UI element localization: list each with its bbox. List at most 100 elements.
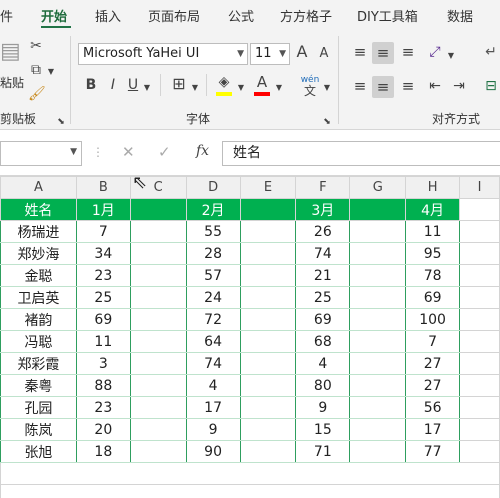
table-cell[interactable] — [129, 440, 187, 463]
table-cell[interactable]: 88 — [75, 374, 131, 397]
table-cell[interactable]: 18 — [75, 440, 131, 463]
header-cell-name[interactable]: 姓名 — [0, 198, 77, 221]
table-cell[interactable]: 3 — [75, 352, 131, 375]
header-cell-empty[interactable] — [129, 198, 187, 221]
empty-cell[interactable] — [459, 286, 500, 309]
table-cell[interactable]: 95 — [405, 242, 461, 265]
table-cell[interactable]: 100 — [405, 308, 461, 331]
table-cell[interactable]: 27 — [405, 374, 461, 397]
table-cell[interactable]: 26 — [295, 220, 351, 243]
table-cell[interactable]: 69 — [75, 308, 131, 331]
name-box[interactable]: ▼ — [0, 141, 82, 166]
table-cell[interactable] — [349, 374, 407, 397]
table-cell[interactable]: 78 — [405, 264, 461, 287]
table-cell[interactable]: 9 — [185, 418, 241, 441]
table-cell[interactable]: 71 — [295, 440, 351, 463]
column-header-d[interactable]: D — [185, 176, 241, 199]
table-cell[interactable]: 27 — [405, 352, 461, 375]
header-cell-empty[interactable] — [239, 198, 297, 221]
table-cell[interactable]: 24 — [185, 286, 241, 309]
table-cell[interactable] — [129, 286, 187, 309]
table-cell[interactable]: 20 — [75, 418, 131, 441]
clipboard-launcher-icon[interactable]: ⬊ — [56, 114, 66, 130]
table-cell[interactable] — [239, 242, 297, 265]
header-cell-empty[interactable] — [349, 198, 407, 221]
align-right-icon[interactable]: ≡ — [398, 78, 418, 94]
table-cell[interactable]: 80 — [295, 374, 351, 397]
table-cell[interactable] — [129, 220, 187, 243]
table-cell[interactable]: 28 — [185, 242, 241, 265]
header-cell-mar[interactable]: 3月 — [295, 198, 351, 221]
table-cell[interactable] — [239, 374, 297, 397]
table-cell[interactable]: 郑妙海 — [0, 242, 77, 265]
table-cell[interactable]: 34 — [75, 242, 131, 265]
tab-insert[interactable]: 插入 — [95, 6, 121, 25]
table-cell[interactable]: 69 — [405, 286, 461, 309]
borders-icon[interactable]: ⊞ — [170, 76, 188, 92]
table-cell[interactable] — [239, 352, 297, 375]
empty-cell[interactable] — [459, 198, 500, 221]
table-cell[interactable] — [349, 286, 407, 309]
column-header-e[interactable]: E — [239, 176, 297, 199]
empty-cell[interactable] — [459, 308, 500, 331]
phonetic-dropdown-icon[interactable]: ▼ — [322, 80, 332, 96]
table-cell[interactable]: 11 — [405, 220, 461, 243]
table-cell[interactable]: 卫启英 — [0, 286, 77, 309]
table-cell[interactable] — [349, 264, 407, 287]
cancel-icon[interactable]: ✕ — [122, 143, 135, 161]
orientation-icon[interactable]: ⤢ — [426, 44, 444, 60]
table-cell[interactable] — [239, 286, 297, 309]
empty-cell[interactable] — [459, 220, 500, 243]
format-painter-icon[interactable]: 🖌 — [28, 86, 46, 102]
font-color-icon[interactable]: A — [254, 74, 270, 90]
table-cell[interactable] — [349, 418, 407, 441]
table-cell[interactable] — [239, 264, 297, 287]
table-cell[interactable]: 金聪 — [0, 264, 77, 287]
empty-cell[interactable] — [459, 440, 500, 463]
grow-font-icon[interactable]: A — [293, 44, 311, 60]
font-name-combo[interactable]: Microsoft YaHei UI ▼ — [78, 43, 248, 65]
table-cell[interactable]: 23 — [75, 264, 131, 287]
copy-dropdown-icon[interactable]: ▼ — [46, 64, 56, 80]
table-cell[interactable] — [129, 396, 187, 419]
table-cell[interactable]: 64 — [185, 330, 241, 353]
table-cell[interactable]: 冯聪 — [0, 330, 77, 353]
tab-home[interactable]: 开始 — [41, 6, 67, 25]
table-cell[interactable] — [349, 440, 407, 463]
table-cell[interactable] — [129, 242, 187, 265]
table-cell[interactable] — [239, 440, 297, 463]
table-cell[interactable]: 孔园 — [0, 396, 77, 419]
table-cell[interactable]: 4 — [295, 352, 351, 375]
align-bottom-icon[interactable]: ≡ — [398, 44, 418, 60]
merge-center-icon[interactable]: ⊟ — [482, 78, 500, 94]
shrink-font-icon[interactable]: A — [316, 46, 332, 62]
table-cell[interactable]: 17 — [405, 418, 461, 441]
table-cell[interactable]: 9 — [295, 396, 351, 419]
table-cell[interactable]: 25 — [75, 286, 131, 309]
font-launcher-icon[interactable]: ⬊ — [322, 114, 332, 130]
column-header-f[interactable]: F — [295, 176, 351, 199]
orientation-dropdown-icon[interactable]: ▼ — [446, 48, 456, 64]
table-cell[interactable]: 褚韵 — [0, 308, 77, 331]
table-cell[interactable]: 张旭 — [0, 440, 77, 463]
fill-color-dropdown-icon[interactable]: ▼ — [236, 80, 246, 96]
column-header-i[interactable]: I — [459, 176, 500, 199]
table-cell[interactable]: 23 — [75, 396, 131, 419]
table-cell[interactable] — [129, 374, 187, 397]
fill-color-icon[interactable]: ◈ — [216, 74, 232, 90]
table-cell[interactable]: 17 — [185, 396, 241, 419]
decrease-indent-icon[interactable]: ⇤ — [426, 78, 444, 94]
table-cell[interactable] — [129, 418, 187, 441]
table-cell[interactable] — [239, 220, 297, 243]
formula-input[interactable]: 姓名 — [222, 141, 500, 166]
empty-row[interactable] — [0, 462, 500, 485]
empty-cell[interactable] — [459, 352, 500, 375]
tab-data[interactable]: 数据 — [447, 6, 473, 25]
wrap-text-icon[interactable]: ↵ — [482, 44, 500, 60]
table-cell[interactable]: 69 — [295, 308, 351, 331]
table-cell[interactable]: 68 — [295, 330, 351, 353]
column-header-a[interactable]: A — [0, 176, 77, 199]
borders-dropdown-icon[interactable]: ▼ — [190, 80, 200, 96]
table-cell[interactable]: 72 — [185, 308, 241, 331]
table-cell[interactable]: 郑彩霞 — [0, 352, 77, 375]
